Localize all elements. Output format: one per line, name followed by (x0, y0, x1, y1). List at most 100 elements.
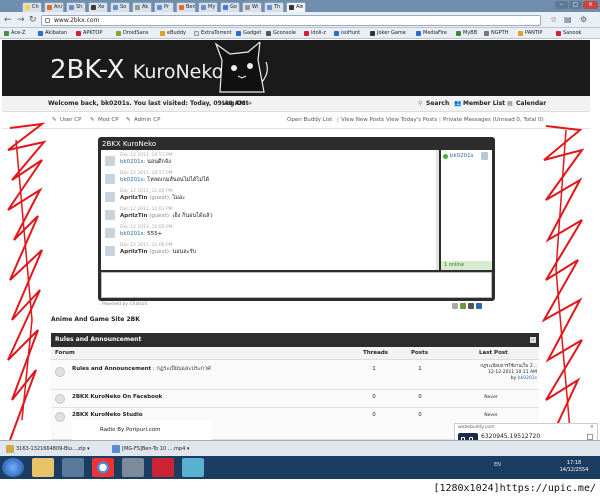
todays-posts-link[interactable]: View Today's Posts (386, 117, 437, 124)
logo-sub-text: KuroNeko (132, 61, 224, 83)
page-menu-icon[interactable]: ▤ (564, 15, 572, 25)
site-logo[interactable]: 2BK-X KuroNeko (50, 56, 223, 86)
browser-tab[interactable]: Ben (176, 2, 196, 12)
browser-tab[interactable]: Ani (44, 2, 64, 12)
forward-arrow-icon[interactable]: → (17, 15, 25, 25)
bookmark-item[interactable]: Joker Game (370, 29, 406, 38)
bookmark-item[interactable]: isoHunt (334, 29, 360, 38)
radio-label: Radio By Poripuri.com (100, 427, 161, 433)
popout-icon[interactable] (476, 303, 482, 309)
bookmark-item[interactable]: DroidSans (116, 29, 148, 38)
bookmark-item[interactable]: eBuddy (160, 29, 186, 38)
filezilla-icon[interactable] (152, 458, 174, 477)
powered-by-chatroll[interactable]: Powered by Chatroll (102, 302, 147, 308)
message-author[interactable]: bk0201s: (120, 231, 145, 237)
last-post-by: by (510, 376, 517, 381)
star-icon[interactable]: ☆ (550, 15, 557, 25)
browser-tab[interactable]: Ak (132, 2, 152, 12)
bookmark-item[interactable]: idoli-z (304, 29, 326, 38)
user-cp-link[interactable]: User CP (60, 117, 81, 124)
browser-tab[interactable]: Th (264, 2, 284, 12)
system-clock[interactable]: 17:18 14/12/2554 (555, 460, 593, 474)
back-arrow-icon[interactable]: ← (4, 15, 12, 25)
message-author[interactable]: bk0201s: (120, 177, 145, 183)
url-input[interactable]: www.2bkx.com (41, 15, 541, 26)
forum-status-icon (55, 394, 65, 404)
browser-tab[interactable]: My (198, 2, 218, 12)
browser-tab-strip: Ch Ani Sh Xe So Ak Pr Ben My Go Wi Th An… (0, 0, 600, 12)
settings-icon[interactable] (452, 303, 458, 309)
private-messages-link[interactable]: Private Messages (Unread 0, Total 0) (443, 117, 544, 124)
start-button[interactable] (2, 458, 24, 477)
message-author[interactable]: AprilzTin (120, 213, 147, 219)
new-posts-link[interactable]: View New Posts (341, 117, 384, 124)
app-icon[interactable] (122, 458, 144, 477)
radio-player[interactable]: Radio By Poripuri.com (72, 420, 212, 442)
last-post-title[interactable]: กฎระเบียบการใช้งานเว็บ 2... (480, 364, 537, 369)
calendar-link[interactable]: Calendar (516, 100, 546, 108)
emoticon-icon[interactable] (460, 303, 466, 309)
member-list-link[interactable]: Member List (463, 100, 505, 108)
browser-tab[interactable]: So (110, 2, 130, 12)
chat-message-input[interactable] (101, 272, 492, 298)
browser-tab[interactable]: Wi (242, 2, 262, 12)
mod-cp-link[interactable]: Mod CP (98, 117, 119, 124)
chat-scrollbar[interactable] (436, 150, 439, 270)
browser-tab[interactable]: Sh (66, 2, 86, 12)
forum-link[interactable]: 2BKX KuroNeko Studio (72, 412, 143, 419)
col-forum: Forum (55, 350, 75, 356)
message-author[interactable]: AprilzTin (120, 195, 147, 201)
close-window-icon[interactable]: × (583, 1, 598, 9)
forum-link[interactable]: 2BKX KuroNeko On Facebook (72, 394, 162, 401)
admin-cp-link[interactable]: Admin CP (134, 117, 160, 124)
tab-favicon (25, 5, 30, 10)
tab-label: My (208, 4, 216, 10)
wrench-icon[interactable]: ⚙ (580, 15, 587, 25)
browser-tab[interactable]: Pr (154, 2, 174, 12)
bookmark-item[interactable]: APKTOP (76, 29, 102, 38)
collapse-icon[interactable]: – (530, 337, 536, 343)
buddy-list-link[interactable]: Open Buddy List (287, 117, 332, 124)
browser-tab[interactable]: Go (220, 2, 240, 12)
bookmark-item[interactable]: Gconsole (266, 29, 296, 38)
media-icon[interactable] (62, 458, 84, 477)
close-icon[interactable]: × (590, 424, 594, 430)
message-author[interactable]: bk0201s: (120, 159, 145, 165)
bookmark-item[interactable]: Ace-Z (4, 29, 25, 38)
last-post-user[interactable]: bk0201s (518, 376, 537, 381)
browser-tab[interactable]: Xe (88, 2, 108, 12)
category-header[interactable]: Rules and Announcement – (51, 333, 539, 347)
bookmark-item[interactable]: MyBB (456, 29, 477, 38)
language-indicator[interactable]: EN (494, 462, 501, 469)
forum-link[interactable]: Rules and Announcement (72, 366, 151, 372)
app-icon[interactable] (182, 458, 204, 477)
message-author[interactable]: AprilzTin (120, 249, 147, 255)
chat-message: Dec 12 2011, 11:00 PM AprilzTin (guest):… (105, 189, 435, 203)
browser-tab-active[interactable]: An × (286, 2, 306, 12)
online-user[interactable]: bk0201s (450, 152, 474, 160)
reload-icon[interactable]: ↻ (29, 15, 37, 25)
user-cp-icon: ✎ (52, 117, 57, 123)
download-item[interactable]: 3163-1321664809-Blu....zip ▾ (4, 443, 90, 455)
chat-message-list[interactable]: Dec 12 2011, 10:57 PM bk0201s: นอนดึกจัง… (101, 150, 439, 270)
bookmark-item[interactable]: NGPTH (484, 29, 508, 38)
bookmark-item[interactable]: PANTIP (518, 29, 542, 38)
bookmark-item[interactable]: MediaFire (416, 29, 447, 38)
chat-message: Dec 12 2011, 11:05 PM bk0201s: 555+ (105, 225, 435, 239)
clock-date: 14/12/2554 (559, 467, 589, 473)
logout-link[interactable]: Log Out (222, 100, 249, 108)
sound-icon[interactable] (468, 303, 474, 309)
download-item[interactable]: [MG-FS]Ben-To 10 ....mp4 ▾ (110, 443, 189, 455)
bookmark-item[interactable]: Sanook (556, 29, 581, 38)
user-cp-bar: ✎ User CP ✎ Mod CP ✎ Admin CP Open Buddy… (2, 112, 590, 129)
browser-tab[interactable]: Ch (22, 2, 42, 12)
close-tab-icon[interactable]: × (300, 3, 304, 12)
minimize-icon[interactable]: – (555, 1, 568, 9)
bookmark-item[interactable]: ExtraTorrent (194, 29, 232, 38)
chrome-icon[interactable] (92, 458, 114, 477)
explorer-icon[interactable] (32, 458, 54, 477)
bookmark-item[interactable]: Akibatan (38, 29, 67, 38)
search-link[interactable]: Search (426, 100, 449, 108)
maximize-icon[interactable]: ▢ (569, 1, 582, 9)
bookmark-item[interactable]: Gadget (236, 29, 261, 38)
